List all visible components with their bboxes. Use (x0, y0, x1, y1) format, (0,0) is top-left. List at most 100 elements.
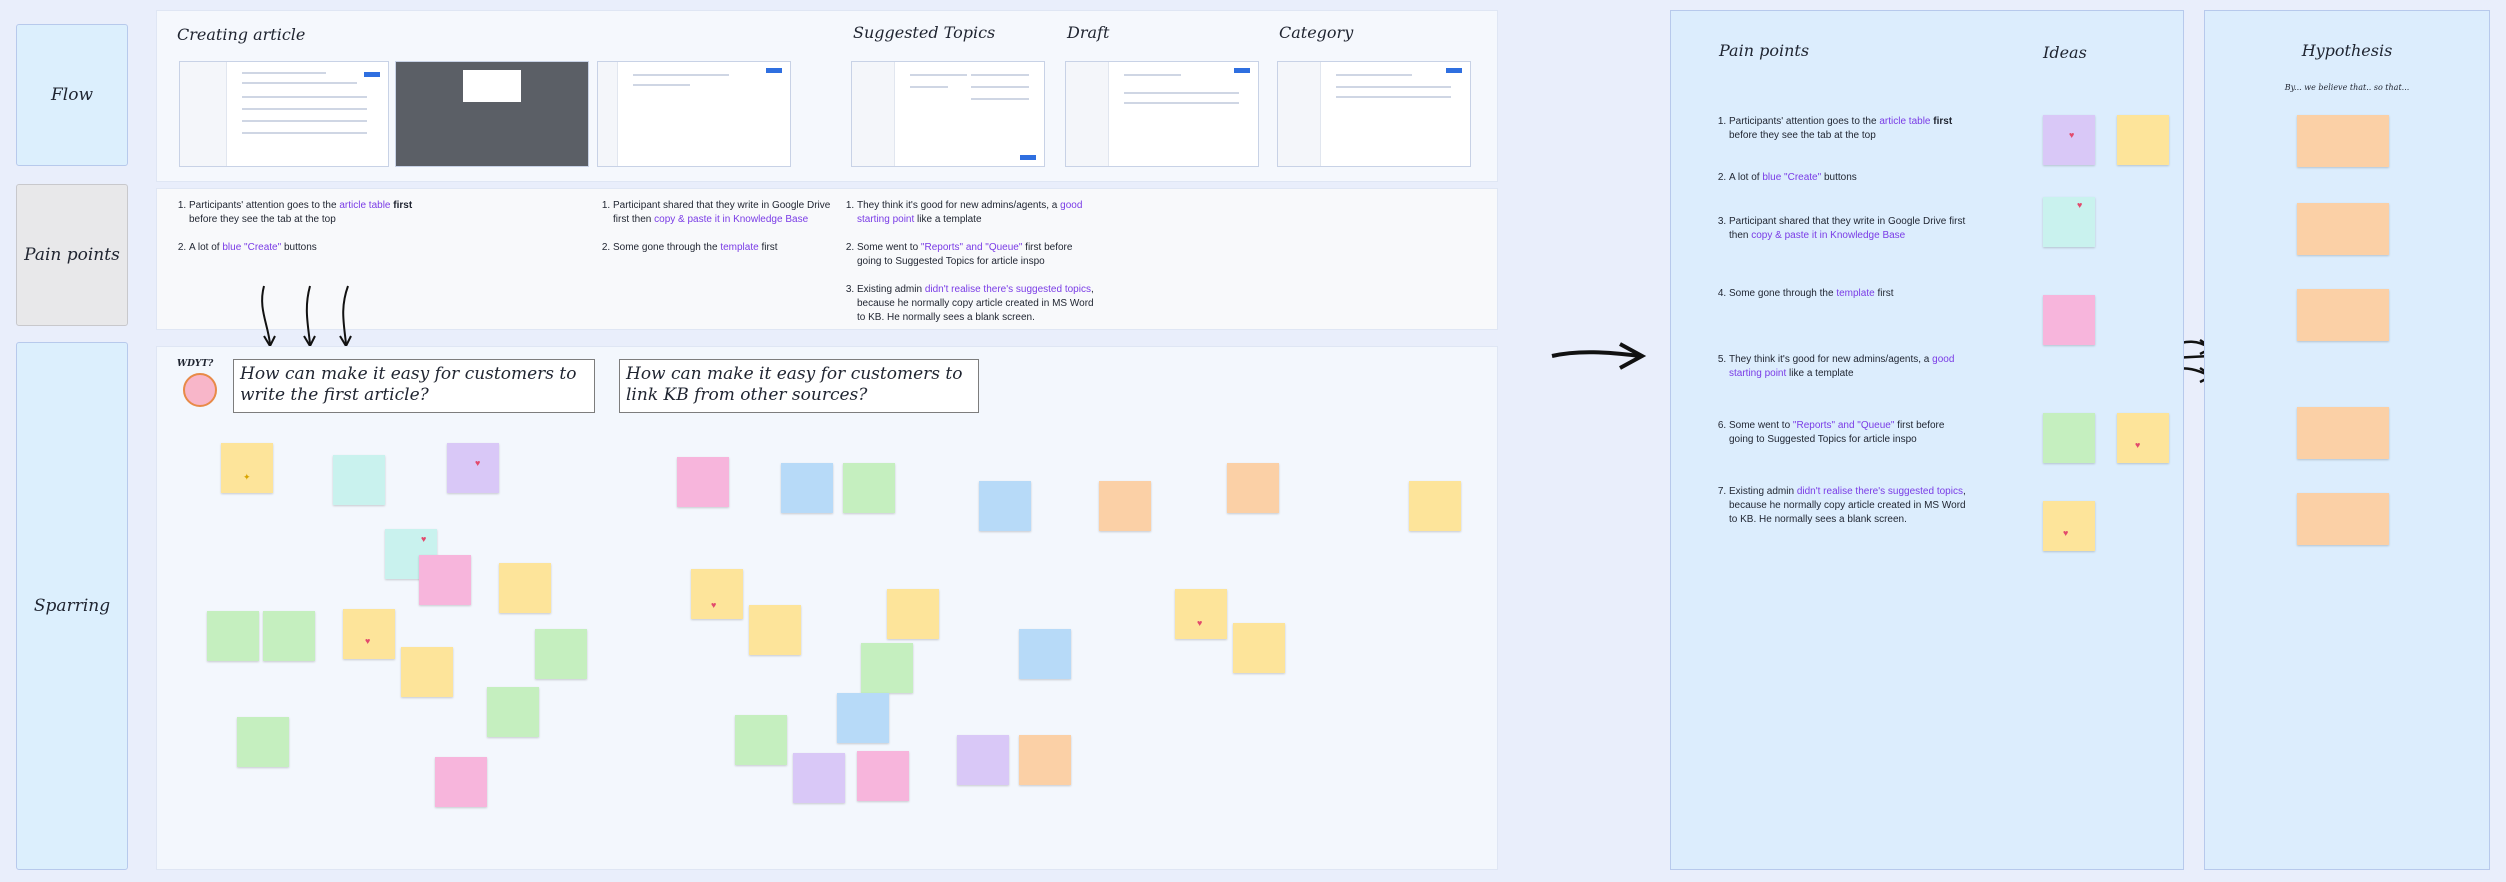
heart-icon: ♥ (421, 534, 427, 544)
pain-points-col2: Participant shared that they write in Go… (597, 199, 843, 269)
sticky-note[interactable] (843, 463, 895, 513)
section-title-suggested-topics: Suggested Topics (853, 23, 996, 42)
sticky-note[interactable] (263, 611, 315, 661)
wdyt-label: WDYT? (177, 359, 214, 369)
sticky-note[interactable] (487, 687, 539, 737)
sticky-note[interactable]: ✦ (221, 443, 273, 493)
sticky-note[interactable] (1099, 481, 1151, 531)
pain-point-item: Some went to "Reports" and "Queue" first… (857, 241, 1097, 269)
sticky-note[interactable]: ♥ (343, 609, 395, 659)
sticky-note[interactable] (735, 715, 787, 765)
pain-point-item: They think it's good for new admins/agen… (1729, 353, 1969, 381)
hypothesis-panel: Hypothesis By... we believe that.. so th… (2204, 10, 2490, 870)
sticky-note[interactable] (677, 457, 729, 507)
pain-point-item: Participants' attention goes to the arti… (1729, 115, 1969, 143)
pain-point-item: Existing admin didn't realise there's su… (857, 283, 1097, 325)
pain-point-item: Existing admin didn't realise there's su… (1729, 485, 1969, 527)
sticky-note[interactable] (781, 463, 833, 513)
heart-icon: ♥ (2135, 440, 2141, 450)
arrow-down-icon (261, 285, 352, 349)
screenshot-article-list[interactable] (179, 61, 389, 167)
pain-point-item: Some gone through the template first (1729, 287, 1969, 301)
heart-icon: ♥ (2069, 130, 2075, 140)
sticky-note[interactable] (1227, 463, 1279, 513)
idea-sticky[interactable]: ♥ (2117, 413, 2169, 463)
sticky-note[interactable] (861, 643, 913, 693)
idea-sticky[interactable]: ♥ (2043, 115, 2095, 165)
sticky-note[interactable] (401, 647, 453, 697)
hypothesis-sticky[interactable] (2297, 203, 2389, 255)
row-label-flow: Flow (16, 24, 128, 166)
screenshot-editor[interactable] (597, 61, 791, 167)
sticky-note[interactable]: ♥ (691, 569, 743, 619)
star-icon: ✦ (243, 472, 251, 482)
sticky-note[interactable] (1019, 629, 1071, 679)
sticky-note[interactable] (837, 693, 889, 743)
pain-point-item: Participant shared that they write in Go… (1729, 215, 1969, 243)
hmw-link-kb[interactable]: How can make it easy for customers to li… (619, 359, 979, 413)
screenshot-draft[interactable] (1065, 61, 1259, 167)
section-title-draft: Draft (1067, 23, 1110, 42)
hypothesis-sticky[interactable] (2297, 493, 2389, 545)
row-label-text: Sparring (33, 596, 111, 616)
idea-sticky[interactable] (2117, 115, 2169, 165)
pain-point-item: Some went to "Reports" and "Queue" first… (1729, 419, 1969, 447)
heart-icon: ♥ (2077, 200, 2083, 210)
screenshot-suggested-topics[interactable] (851, 61, 1045, 167)
sparring-panel: WDYT? How can make it easy for customers… (156, 346, 1498, 870)
hypothesis-sticky[interactable] (2297, 407, 2389, 459)
sticky-note[interactable] (979, 481, 1031, 531)
right-pain-title: Pain points (1719, 41, 1810, 60)
pain-points-col3: They think it's good for new admins/agen… (841, 199, 1097, 339)
pain-point-item: They think it's good for new admins/agen… (857, 199, 1097, 227)
heart-icon: ♥ (2063, 528, 2069, 538)
row-label-pain-points: Pain points (16, 184, 128, 326)
hypothesis-sticky[interactable] (2297, 289, 2389, 341)
hypothesis-title: Hypothesis (2301, 41, 2393, 60)
row-label-text: Pain points (24, 245, 120, 265)
sticky-note[interactable] (435, 757, 487, 807)
sticky-note[interactable] (207, 611, 259, 661)
section-title-creating-article: Creating article (177, 25, 306, 44)
row-label-text: Flow (50, 85, 94, 105)
screenshot-category[interactable] (1277, 61, 1471, 167)
sticky-note[interactable] (1019, 735, 1071, 785)
idea-sticky[interactable] (2043, 413, 2095, 463)
pain-point-item: Participants' attention goes to the arti… (189, 199, 419, 227)
section-title-category: Category (1279, 23, 1354, 42)
pain-point-item: Participant shared that they write in Go… (613, 199, 843, 227)
right-pain-list: Participants' attention goes to the arti… (1713, 115, 1969, 541)
sticky-note[interactable] (419, 555, 471, 605)
row-label-sparring: Sparring (16, 342, 128, 870)
sticky-note[interactable] (237, 717, 289, 767)
sticky-note[interactable] (333, 455, 385, 505)
heart-icon: ♥ (475, 458, 481, 468)
ideas-title: Ideas (2043, 43, 2087, 62)
sticky-note[interactable] (887, 589, 939, 639)
sticky-note[interactable] (1233, 623, 1285, 673)
sticky-note[interactable]: ♥ (1175, 589, 1227, 639)
idea-sticky[interactable]: ♥ (2043, 501, 2095, 551)
pain-point-item: Some gone through the template first (613, 241, 843, 255)
sticky-note[interactable] (749, 605, 801, 655)
heart-icon: ♥ (1197, 618, 1203, 628)
sticky-note[interactable] (957, 735, 1009, 785)
flow-panel: Creating article Suggested Topics Draft … (156, 10, 1498, 182)
hypothesis-subtitle: By... we believe that.. so that... (2284, 83, 2410, 92)
heart-icon: ♥ (711, 600, 717, 610)
wdyt-face-icon: WDYT? (177, 359, 219, 411)
screenshot-create-modal[interactable] (395, 61, 589, 167)
hmw-first-article[interactable]: How can make it easy for customers to wr… (233, 359, 595, 413)
right-pain-points-panel: Pain points Ideas Participants' attentio… (1670, 10, 2184, 870)
idea-sticky[interactable]: ♥ (2043, 197, 2095, 247)
heart-icon: ♥ (365, 636, 371, 646)
idea-sticky[interactable] (2043, 295, 2095, 345)
sticky-note[interactable] (857, 751, 909, 801)
sticky-note[interactable] (793, 753, 845, 803)
sticky-note[interactable]: ♥ (447, 443, 499, 493)
sticky-note[interactable] (1409, 481, 1461, 531)
sticky-note[interactable] (499, 563, 551, 613)
hypothesis-sticky[interactable] (2297, 115, 2389, 167)
arrow-right-icon (1551, 342, 1647, 370)
sticky-note[interactable] (535, 629, 587, 679)
